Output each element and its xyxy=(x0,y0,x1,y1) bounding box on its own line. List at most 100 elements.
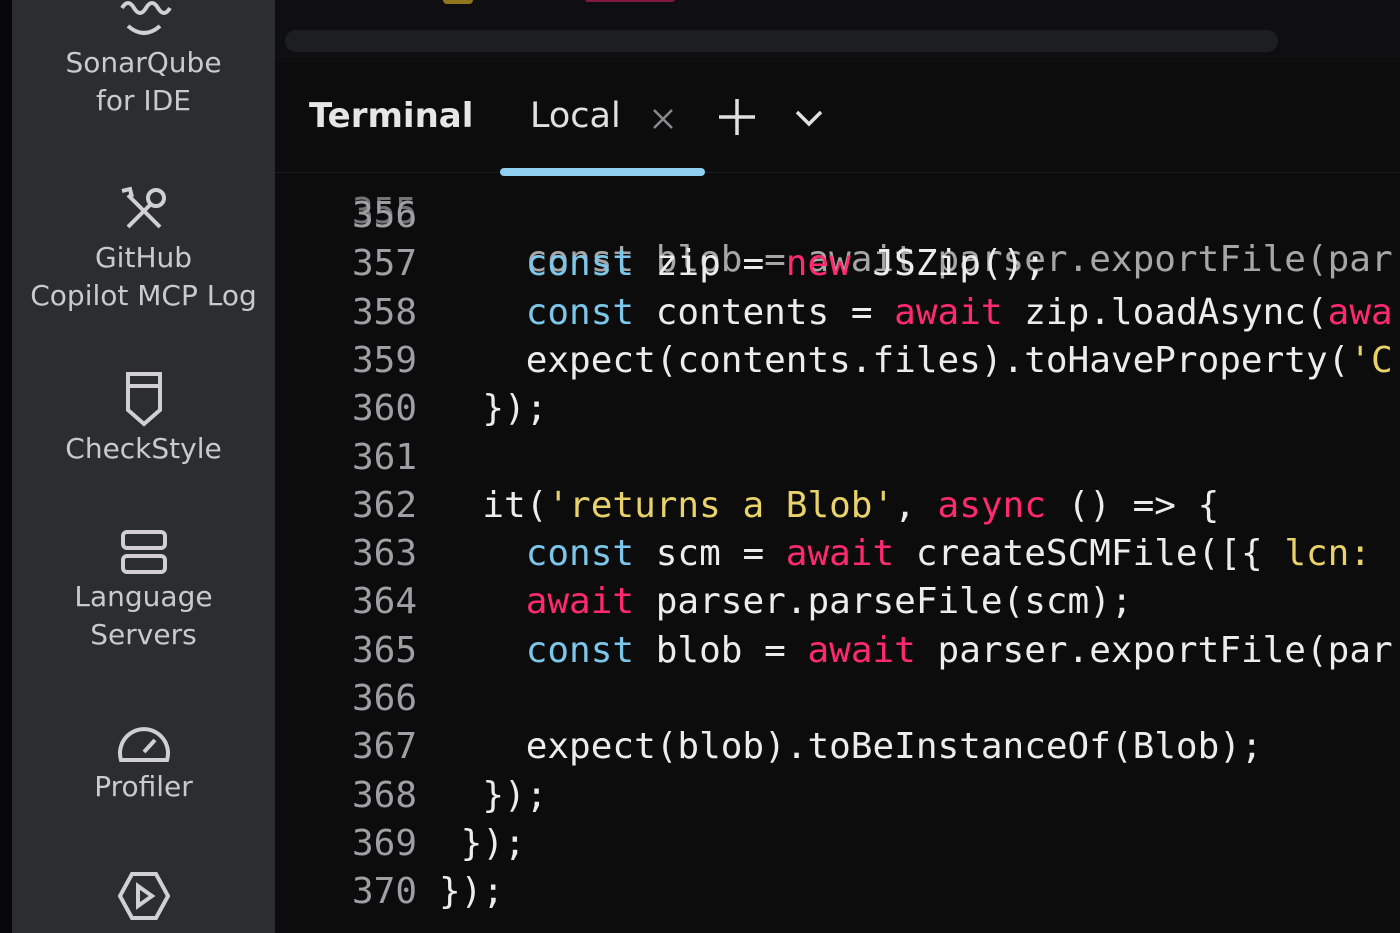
code-text: await parser.parseFile(scm); xyxy=(439,578,1133,626)
tab-local[interactable]: Local xyxy=(500,62,705,176)
server-stack-icon xyxy=(120,530,167,574)
code-text: it('returns a Blob', async () => { xyxy=(439,482,1219,530)
code-text: const zip = new JSZip(); xyxy=(439,240,1046,288)
line-number: 366 xyxy=(351,678,417,719)
code-text: const blob = await parser.exportFile(par xyxy=(439,627,1393,675)
code-line: 367 expect(blob).toBeInstanceOf(Blob); xyxy=(275,723,1400,771)
code-token: await xyxy=(807,629,916,671)
code-token: const xyxy=(525,533,635,575)
horizontal-scrollbar[interactable] xyxy=(285,30,1278,52)
terminal-tool-window: Terminal Local 355 const blob = await pa… xyxy=(275,0,1400,933)
code-line: 360 }); xyxy=(275,385,1400,433)
code-line: 363 const scm = await createSCMFile([{ l… xyxy=(275,530,1400,578)
line-number: 363 xyxy=(351,533,417,575)
code-line: 364 await parser.parseFile(scm); xyxy=(275,578,1400,626)
terminal-output[interactable]: 355 const blob = await parser.exportFile… xyxy=(275,172,1400,933)
blurred-highlight xyxy=(443,0,473,4)
sidebar-item-label: Language xyxy=(74,580,213,613)
tool-window-sidebar: SonarQube for IDE GitHub Copilot MCP Log… xyxy=(12,0,275,933)
code-token: lcn: xyxy=(1284,533,1372,575)
code-token: const xyxy=(525,243,635,285)
code-text: const contents = await zip.loadAsync(awa xyxy=(439,289,1393,337)
code-token: }); xyxy=(439,388,548,430)
line-number: 360 xyxy=(351,388,417,430)
plus-icon[interactable] xyxy=(716,96,758,138)
code-token: () => { xyxy=(1045,484,1220,526)
code-token: expect(blob).toBeInstanceOf(Blob); xyxy=(439,726,1263,768)
code-line: 361 xyxy=(275,434,1400,482)
code-text: expect(blob).toBeInstanceOf(Blob); xyxy=(439,723,1263,771)
chevron-down-icon[interactable] xyxy=(793,104,825,130)
sidebar-item-label: SonarQube xyxy=(65,46,222,79)
sidebar-item-label: Servers xyxy=(90,618,197,651)
code-token: , xyxy=(894,484,938,526)
code-token: 'C xyxy=(1349,339,1393,381)
window-edge xyxy=(0,0,12,933)
code-token: scm = xyxy=(634,533,786,575)
code-text: }); xyxy=(439,385,547,433)
code-text: }); xyxy=(439,868,504,916)
code-token: await xyxy=(525,581,635,623)
code-token: const xyxy=(525,629,635,671)
sidebar-item-copilot-mcp-log[interactable]: GitHub Copilot MCP Log xyxy=(12,183,275,315)
sidebar-item-checkstyle[interactable]: CheckStyle xyxy=(12,370,275,468)
code-token: createSCMFile([{ xyxy=(894,533,1285,575)
code-token: JSZip(); xyxy=(850,243,1046,285)
code-token: expect(contents.files).toHaveProperty( xyxy=(439,339,1350,381)
code-line: 357 const zip = new JSZip(); xyxy=(275,240,1400,288)
line-number: 364 xyxy=(351,581,417,623)
code-token: }); xyxy=(439,871,505,913)
tab-label: Local xyxy=(530,96,621,136)
code-line: 356 xyxy=(275,192,1400,240)
line-number: 359 xyxy=(351,339,417,381)
sonarqube-wave-icon xyxy=(119,1,172,35)
code-text: }); xyxy=(439,820,526,868)
gauge-icon xyxy=(117,727,170,762)
sidebar-item-profiler[interactable]: Profiler xyxy=(12,718,275,806)
sidebar-item-language-servers[interactable]: Language Servers xyxy=(12,528,275,654)
code-token: }); xyxy=(439,774,548,816)
code-token: const xyxy=(525,291,635,333)
code-text: const scm = await createSCMFile([{ lcn: xyxy=(439,530,1371,578)
code-token: 'returns a Blob' xyxy=(547,484,895,526)
code-text: expect(contents.files).toHaveProperty('C xyxy=(439,337,1393,385)
code-token: blob = xyxy=(634,629,808,671)
code-token: new xyxy=(785,243,851,285)
code-token: zip.loadAsync( xyxy=(1002,291,1328,333)
code-line: 362 it('returns a Blob', async () => { xyxy=(275,482,1400,530)
terminal-tab-bar: Terminal Local xyxy=(275,62,1400,176)
wrench-screwdriver-icon xyxy=(121,186,166,229)
code-line: 368 }); xyxy=(275,772,1400,820)
line-number: 368 xyxy=(351,774,417,816)
line-number: 358 xyxy=(351,291,417,333)
code-token: }); xyxy=(439,822,526,864)
run-play-icon xyxy=(117,872,170,920)
line-number: 365 xyxy=(351,629,417,671)
code-line: 358 const contents = await zip.loadAsync… xyxy=(275,289,1400,337)
sidebar-item-run[interactable] xyxy=(12,868,275,924)
code-line: 365 const blob = await parser.exportFile… xyxy=(275,627,1400,675)
blurred-highlight xyxy=(585,0,675,2)
code-token: await xyxy=(894,291,1003,333)
code-token: async xyxy=(937,484,1046,526)
line-number: 362 xyxy=(351,484,417,526)
sidebar-item-sonarqube[interactable]: SonarQube for IDE xyxy=(12,0,275,120)
code-token: awa xyxy=(1327,291,1393,333)
shield-badge-icon xyxy=(125,372,162,427)
code-line-partial: 355 const blob = await parser.exportFile… xyxy=(275,172,1400,280)
line-number: 356 xyxy=(351,195,417,236)
line-number: 361 xyxy=(351,436,417,478)
code-line: 369 }); xyxy=(275,820,1400,868)
sidebar-item-label: CheckStyle xyxy=(65,432,222,465)
code-text: }); xyxy=(439,772,547,820)
code-token: zip = xyxy=(634,243,786,285)
code-token: parser.exportFile(par xyxy=(915,629,1393,671)
close-icon[interactable] xyxy=(650,106,676,132)
code-token: parser.parseFile(scm); xyxy=(634,581,1133,623)
terminal-title: Terminal xyxy=(309,96,474,136)
line-number: 367 xyxy=(351,726,417,768)
